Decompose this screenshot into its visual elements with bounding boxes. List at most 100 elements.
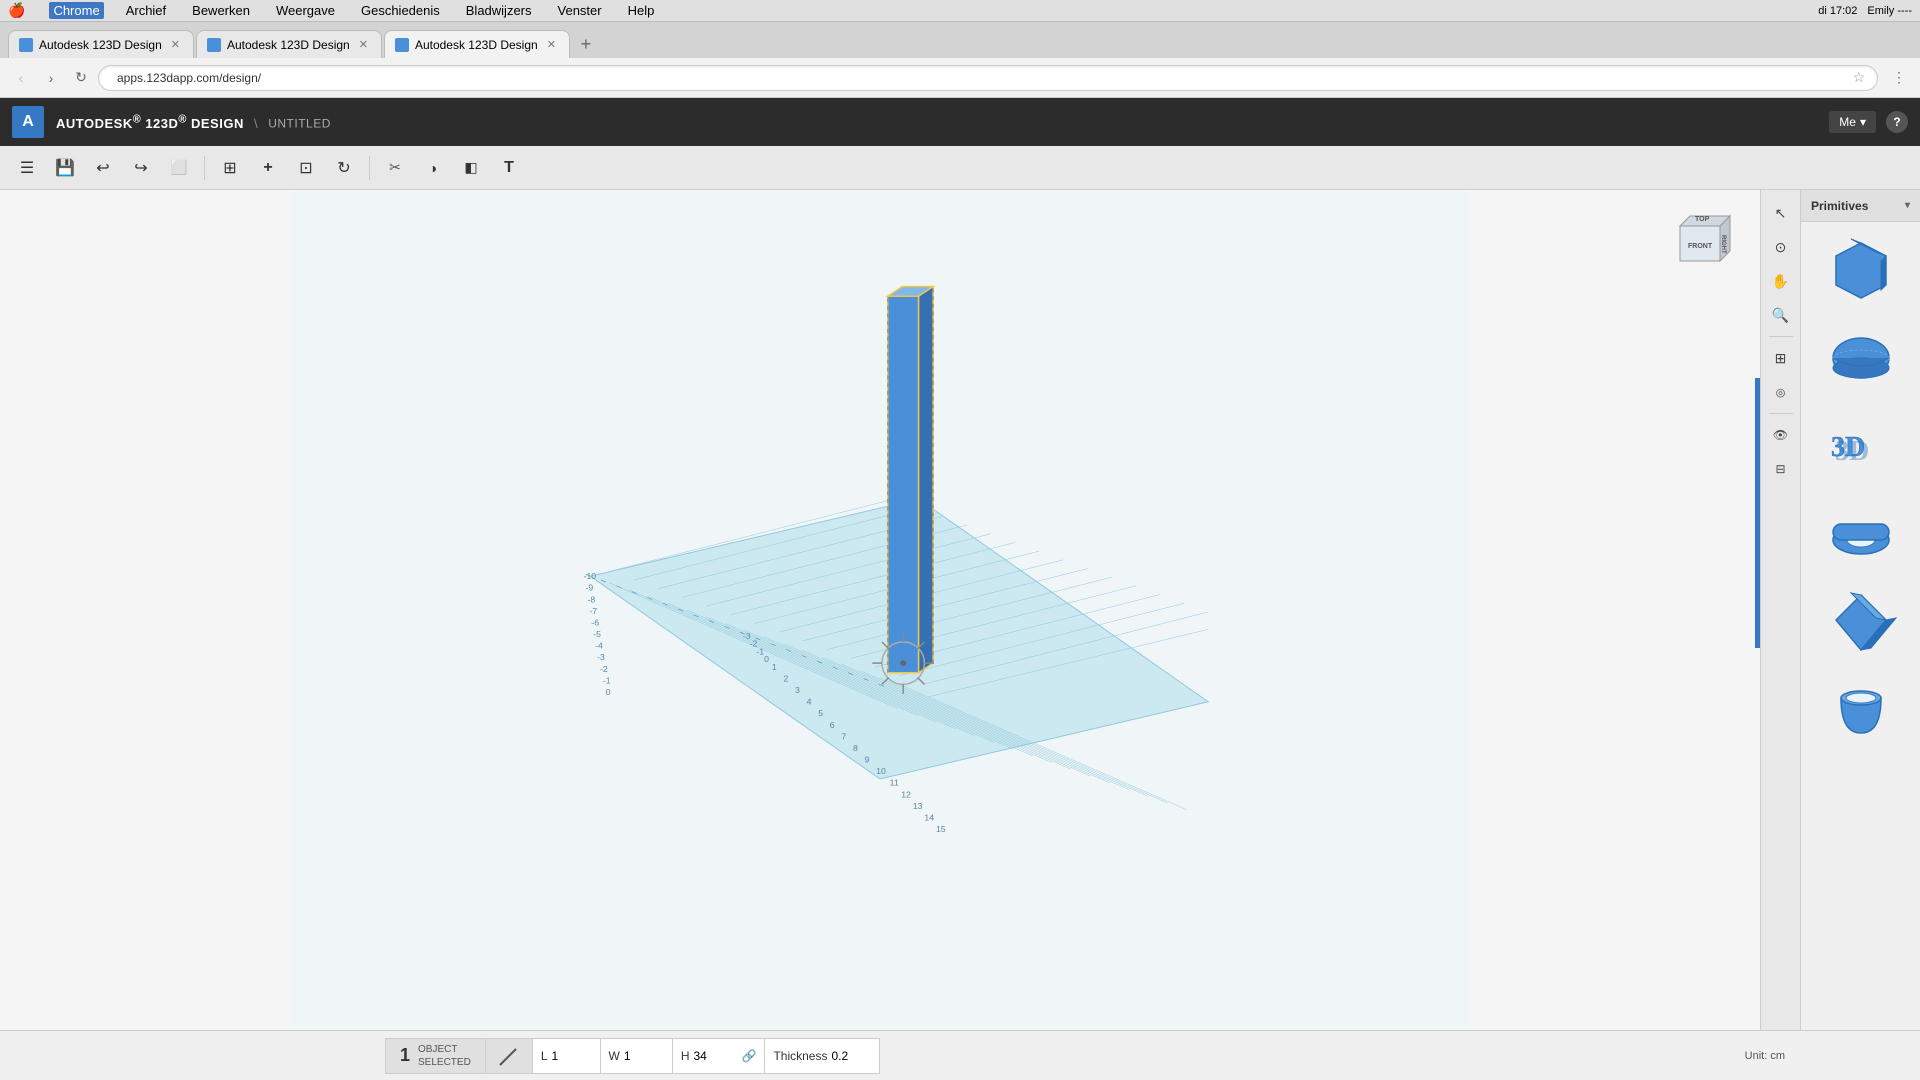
menu-geschiedenis[interactable]: Geschiedenis	[357, 2, 444, 19]
svg-text:14: 14	[924, 812, 934, 822]
menu-bladwijzers[interactable]: Bladwijzers	[462, 2, 536, 19]
link-icon: 🔗	[742, 1049, 757, 1063]
dimension-H[interactable]: H 🔗	[672, 1038, 765, 1074]
snap-button[interactable]: ⊡	[289, 151, 323, 185]
undo-button[interactable]: ↩	[86, 151, 120, 185]
primitive-cup[interactable]	[1813, 670, 1909, 750]
unit-display: Unit: cm	[1745, 1050, 1785, 1062]
svg-text:3: 3	[795, 685, 800, 695]
primitive-diamond[interactable]	[1813, 582, 1909, 662]
help-button[interactable]: ?	[1886, 111, 1908, 133]
zoom-tool-button[interactable]: 🔍	[1766, 300, 1796, 330]
redo-button[interactable]: ↪	[124, 151, 158, 185]
solid-button[interactable]: ◧	[454, 151, 488, 185]
right-tools-panel: ↖ ⊙ ✋ 🔍 ⊞ ◎ 👁 ⊟	[1760, 190, 1800, 1030]
mac-time: di 17:02	[1818, 5, 1857, 17]
primitive-3dtext[interactable]: 3D 3D	[1813, 406, 1909, 486]
svg-text:-2: -2	[600, 664, 608, 674]
back-button[interactable]: ‹	[8, 65, 34, 91]
svg-text:0: 0	[764, 654, 769, 664]
svg-text:-7: -7	[589, 606, 597, 616]
scene-svg: -3 -2 -1 0 1 2 3 4 5 6 7 8 9 10 11 12 13	[0, 190, 1760, 1030]
primitives-title: Primitives	[1811, 199, 1868, 213]
view-toggle-button[interactable]: ⊞	[213, 151, 247, 185]
menu-chrome[interactable]: Chrome	[49, 2, 103, 19]
title-separator: \	[254, 116, 262, 131]
menu-venster[interactable]: Venster	[554, 2, 606, 19]
tab-close-2[interactable]: ✕	[356, 37, 371, 52]
mac-right-items: di 17:02 Emily ----	[1818, 5, 1912, 17]
menu-help[interactable]: Help	[624, 2, 659, 19]
svg-text:-9: -9	[586, 583, 594, 593]
fit-tool-button[interactable]: ⊞	[1766, 343, 1796, 373]
svg-text:11: 11	[890, 778, 899, 788]
dimension-L-input[interactable]	[552, 1049, 592, 1063]
eye-tool-button[interactable]: 👁	[1766, 420, 1796, 450]
dimension-W-label: W	[609, 1049, 620, 1063]
thickness-field[interactable]: Thickness	[764, 1038, 880, 1074]
dimension-W-input[interactable]	[624, 1049, 664, 1063]
copy-button[interactable]: ⬜	[162, 151, 196, 185]
dimension-L[interactable]: L	[532, 1038, 600, 1074]
grid-tool-button[interactable]: ⊟	[1766, 454, 1796, 484]
text-button[interactable]: T	[492, 151, 526, 185]
refresh-scene-button[interactable]: ↻	[327, 151, 361, 185]
materials-button[interactable]: ◑	[416, 151, 450, 185]
mac-menubar: 🍎 Chrome Archief Bewerken Weergave Gesch…	[0, 0, 1920, 22]
app-title: AUTODESK® 123D® DESIGN \ UNTITLED	[56, 113, 331, 130]
viewport[interactable]: -3 -2 -1 0 1 2 3 4 5 6 7 8 9 10 11 12 13	[0, 190, 1760, 1030]
menu-archief[interactable]: Archief	[122, 2, 170, 19]
primitive-box[interactable]	[1813, 230, 1909, 310]
svg-text:-8: -8	[587, 594, 595, 604]
select-tool-button[interactable]: ↖	[1766, 198, 1796, 228]
primitive-sphere[interactable]	[1813, 318, 1909, 398]
forward-button[interactable]: ›	[38, 65, 64, 91]
add-button[interactable]: +	[251, 151, 285, 185]
svg-text:13: 13	[913, 801, 923, 811]
menu-bewerken[interactable]: Bewerken	[188, 2, 254, 19]
brand-autodesk: AUTODESK® 123D® DESIGN	[56, 116, 244, 131]
tab-title-1: Autodesk 123D Design	[39, 38, 162, 52]
thickness-input[interactable]	[831, 1049, 871, 1063]
address-bar[interactable]: apps.123dapp.com/design/ ☆	[98, 65, 1878, 91]
me-button[interactable]: Me ▾	[1829, 111, 1876, 133]
extensions-button[interactable]: ⋮	[1886, 65, 1912, 91]
menu-weergave[interactable]: Weergave	[272, 2, 339, 19]
chrome-addressbar: ‹ › ↻ apps.123dapp.com/design/ ☆ ⋮	[0, 58, 1920, 98]
tab-close-3[interactable]: ✕	[544, 37, 559, 52]
primitive-torus[interactable]	[1813, 494, 1909, 574]
new-tab-button[interactable]: +	[572, 30, 600, 58]
dimension-W[interactable]: W	[600, 1038, 672, 1074]
svg-text:7: 7	[841, 731, 846, 741]
tab-close-1[interactable]: ✕	[168, 37, 183, 52]
svg-text:-10: -10	[584, 571, 597, 581]
url-text: apps.123dapp.com/design/	[117, 71, 1848, 85]
pan-tool-button[interactable]: ✋	[1766, 266, 1796, 296]
bookmark-star[interactable]: ☆	[1852, 69, 1865, 86]
app-header: A AUTODESK® 123D® DESIGN \ UNTITLED Me ▾…	[0, 98, 1920, 146]
svg-text:0: 0	[606, 687, 611, 697]
tool-indicator	[485, 1038, 532, 1074]
orbit-tool-button[interactable]: ⊙	[1766, 232, 1796, 262]
svg-text:-1: -1	[756, 646, 764, 656]
dimension-H-label: H	[681, 1049, 690, 1063]
view-cube[interactable]: TOP FRONT RIGHT	[1660, 206, 1740, 296]
primitives-header[interactable]: Primitives ▾	[1801, 190, 1920, 222]
app-toolbar: ☰ 💾 ↩ ↪ ⬜ ⊞ + ⊡ ↻ ✂ ◑ ◧ T	[0, 146, 1920, 190]
transform-button[interactable]: ✂	[378, 151, 412, 185]
autodesk-logo: A	[12, 106, 44, 138]
chrome-tab-2[interactable]: Autodesk 123D Design ✕	[196, 30, 382, 58]
svg-text:6: 6	[830, 720, 835, 730]
save-button[interactable]: 💾	[48, 151, 82, 185]
apple-menu[interactable]: 🍎	[8, 2, 25, 19]
me-chevron: ▾	[1860, 115, 1866, 129]
chrome-tab-3[interactable]: Autodesk 123D Design ✕	[384, 30, 570, 58]
menu-button[interactable]: ☰	[10, 151, 44, 185]
svg-text:4: 4	[807, 697, 812, 707]
dimension-H-input[interactable]	[694, 1049, 734, 1063]
chrome-tab-1[interactable]: Autodesk 123D Design ✕	[8, 30, 194, 58]
svg-text:RIGHT: RIGHT	[1720, 235, 1726, 254]
refresh-button[interactable]: ↻	[68, 65, 94, 91]
isolate-tool-button[interactable]: ◎	[1766, 377, 1796, 407]
me-label: Me	[1839, 115, 1856, 129]
